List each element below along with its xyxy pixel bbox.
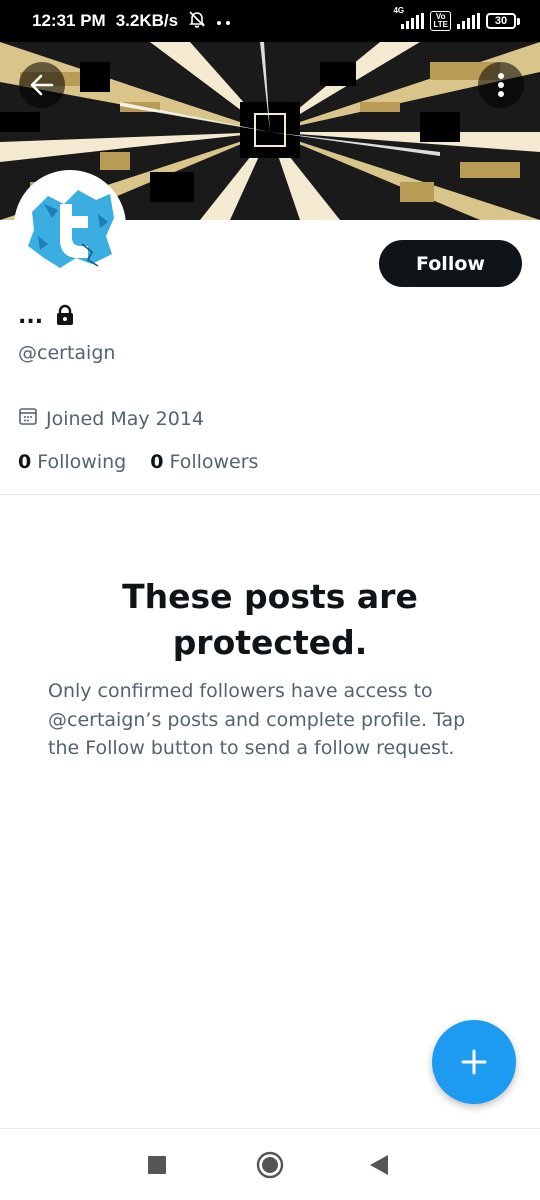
twitter-logo-avatar-icon: [18, 174, 122, 278]
signal-icon-2: [457, 13, 480, 29]
user-handle: @certaign: [18, 342, 116, 364]
protected-description: Only confirmed followers have access to …: [48, 680, 466, 759]
follow-button[interactable]: Follow: [379, 240, 522, 287]
triangle-back-icon: [370, 1155, 388, 1175]
avatar[interactable]: [14, 170, 126, 282]
status-time: 12:31 PM: [32, 11, 106, 30]
followers-count: 0: [150, 451, 164, 473]
arrow-left-icon: [30, 74, 54, 96]
back-button[interactable]: [19, 62, 65, 108]
follow-counts: 0 Following 0 Followers: [18, 451, 258, 473]
square-icon: [148, 1156, 166, 1174]
battery-level: 30: [486, 13, 516, 29]
system-nav-bar: [0, 1128, 540, 1200]
recents-button[interactable]: [148, 1156, 166, 1178]
following-label: Following: [37, 451, 127, 473]
compose-post-button[interactable]: [432, 1020, 516, 1104]
following-link[interactable]: 0 Following: [18, 451, 126, 473]
volte-bottom-label: LTE: [433, 20, 448, 29]
followers-link[interactable]: 0 Followers: [150, 451, 258, 473]
protected-title: These posts are protected.: [122, 577, 418, 662]
calendar-icon: [18, 406, 38, 431]
display-name-row: ...: [18, 304, 75, 330]
more-vertical-icon: [498, 73, 504, 97]
network-tag: 4G: [393, 6, 405, 15]
back-nav-button[interactable]: [370, 1155, 388, 1179]
battery-icon: 30: [486, 13, 520, 29]
joined-date: Joined May 2014: [46, 407, 205, 430]
display-name: ...: [18, 304, 44, 329]
plus-icon: [461, 1049, 487, 1075]
lock-icon: [55, 304, 75, 330]
volte-icon: Vo LTE: [430, 11, 451, 31]
more-options-button[interactable]: [478, 62, 524, 108]
following-count: 0: [18, 451, 32, 473]
status-bar: 12:31 PM 3.2KB/s 4G Vo LTE 30: [0, 0, 540, 42]
followers-label: Followers: [169, 451, 259, 473]
bell-muted-icon: [188, 10, 206, 33]
joined-date-row: Joined May 2014: [18, 406, 204, 431]
signal-icon: 4G: [393, 7, 425, 29]
circle-icon: [256, 1151, 284, 1179]
status-speed: 3.2KB/s: [115, 11, 179, 30]
dots-icon: [216, 11, 232, 31]
home-button[interactable]: [256, 1151, 284, 1183]
section-divider: [0, 494, 540, 495]
